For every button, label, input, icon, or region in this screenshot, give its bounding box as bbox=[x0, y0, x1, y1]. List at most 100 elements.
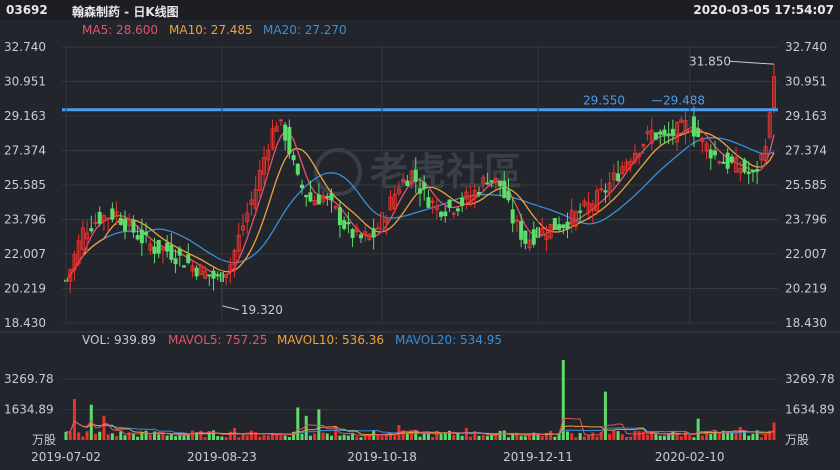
volume-bar bbox=[625, 436, 628, 440]
candle-body bbox=[110, 208, 115, 220]
candle-body bbox=[729, 156, 734, 163]
volume-bar bbox=[157, 434, 161, 440]
volume-bar bbox=[582, 436, 586, 440]
volume-bar bbox=[751, 433, 755, 440]
volume-bar bbox=[747, 435, 751, 440]
volume-bar bbox=[393, 435, 397, 440]
volume-bar bbox=[452, 434, 456, 440]
candle-body bbox=[506, 190, 511, 201]
volume-bar bbox=[641, 431, 645, 440]
volume-bar bbox=[77, 432, 81, 440]
volume-bar bbox=[346, 435, 350, 440]
volume-bar bbox=[148, 434, 152, 440]
candle-body bbox=[287, 126, 292, 154]
volume-bar bbox=[190, 430, 194, 440]
y-tick-right: 23.796 bbox=[785, 213, 827, 227]
volume-bar bbox=[549, 430, 553, 440]
y-tick-right: 27.374 bbox=[785, 144, 827, 158]
x-tick: 2020-02-10 bbox=[655, 450, 725, 464]
x-tick: 2019-08-23 bbox=[187, 450, 257, 464]
candle-body bbox=[713, 150, 717, 156]
candle-body bbox=[106, 217, 111, 220]
volume-bar bbox=[574, 437, 578, 440]
candle-body bbox=[371, 228, 376, 238]
resistance-label-b: 29.488 bbox=[663, 94, 705, 108]
volume-bar bbox=[321, 432, 325, 440]
volume-bar bbox=[94, 433, 97, 440]
volume-bar bbox=[485, 435, 489, 440]
candle-body bbox=[485, 182, 490, 185]
volume-bar bbox=[477, 435, 481, 440]
candle-body bbox=[308, 192, 313, 202]
y-tick-left: 25.585 bbox=[4, 178, 46, 192]
y-tick-right: 22.007 bbox=[785, 247, 827, 261]
volume-bar bbox=[317, 409, 321, 440]
volume-bar bbox=[759, 437, 763, 440]
candle-body bbox=[666, 133, 671, 136]
volume-bar bbox=[696, 418, 700, 440]
volume-bar bbox=[355, 436, 359, 440]
candle-body bbox=[169, 244, 174, 260]
candle-body bbox=[746, 171, 751, 175]
volume-bar bbox=[717, 433, 721, 440]
candle-body bbox=[207, 274, 212, 277]
x-tick: 2019-12-11 bbox=[503, 450, 573, 464]
volume-bar bbox=[456, 433, 460, 440]
volume-bar bbox=[72, 399, 76, 440]
volume-bar bbox=[553, 436, 557, 440]
candle-body bbox=[654, 132, 658, 140]
volume-bar bbox=[595, 436, 599, 440]
volume-bar bbox=[679, 436, 683, 440]
volume-bar bbox=[81, 436, 85, 440]
candle-body bbox=[451, 212, 456, 215]
volume-bar bbox=[287, 437, 291, 440]
volume-bar bbox=[308, 435, 312, 440]
candle-body bbox=[375, 227, 380, 230]
volume-bar bbox=[738, 426, 742, 440]
candle-body bbox=[561, 224, 566, 229]
candle-body bbox=[135, 235, 140, 240]
volume-bar bbox=[566, 431, 569, 440]
volume-bar bbox=[131, 433, 135, 440]
candle-body bbox=[418, 188, 422, 194]
candle-body bbox=[502, 180, 507, 199]
volume-bar bbox=[102, 415, 106, 440]
candle-body bbox=[670, 128, 675, 136]
candle-body bbox=[565, 221, 570, 230]
volume-bar bbox=[523, 436, 527, 440]
x-tick: 2019-10-18 bbox=[347, 450, 417, 464]
y-tick-left: 29.163 bbox=[4, 109, 46, 123]
volume-bar bbox=[119, 431, 123, 440]
candle-body bbox=[510, 209, 515, 224]
y-tick-right: 20.219 bbox=[785, 282, 827, 296]
candle-body bbox=[300, 184, 304, 189]
volume-bar bbox=[646, 434, 650, 440]
candle-body bbox=[603, 190, 608, 193]
watermark: 老虎社區 bbox=[370, 150, 522, 194]
volume-bar bbox=[241, 434, 245, 440]
volume-bar bbox=[123, 435, 127, 440]
x-tick: 2019-07-02 bbox=[31, 450, 101, 464]
candle-body bbox=[662, 129, 667, 136]
y-tick-left: 32.740 bbox=[4, 40, 46, 54]
candle-body bbox=[750, 169, 755, 173]
volume-bar bbox=[110, 433, 114, 440]
volume-bar bbox=[68, 432, 72, 440]
candle-body bbox=[531, 229, 536, 245]
volume-bar bbox=[658, 435, 662, 440]
volume-bar bbox=[519, 435, 523, 440]
candle-body bbox=[295, 163, 300, 175]
volume-bar bbox=[700, 435, 704, 440]
volume-bar bbox=[338, 435, 342, 440]
volume-bar bbox=[363, 435, 367, 440]
candle-body bbox=[717, 161, 722, 164]
y-tick-left: 23.796 bbox=[4, 213, 46, 227]
candle-body bbox=[139, 229, 144, 244]
candle-body bbox=[477, 191, 481, 195]
volume-bar bbox=[431, 436, 435, 440]
volume-bar bbox=[764, 434, 768, 440]
volume-bar bbox=[490, 435, 494, 440]
candle-body bbox=[173, 258, 178, 265]
volume-bar bbox=[507, 437, 510, 440]
vol-y-tick-right: 3269.78 bbox=[785, 372, 835, 386]
